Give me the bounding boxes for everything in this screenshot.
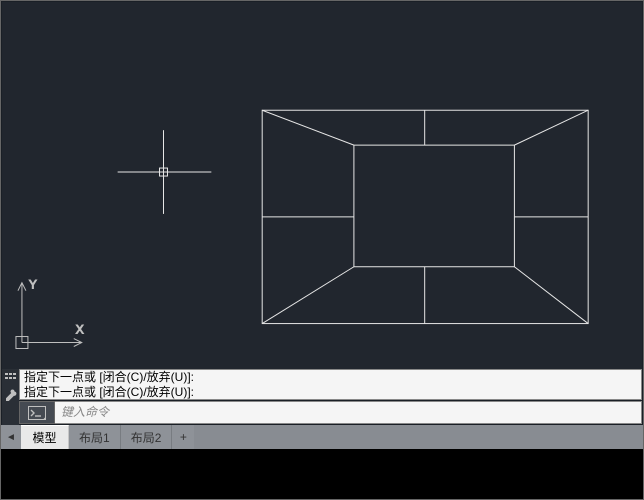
tab-nav-prev[interactable]: ◄ — [1, 425, 21, 449]
history-line-1: 指定下一点或 [闭合(C)/放弃(U)]: — [20, 370, 641, 385]
history-line-2: 指定下一点或 [闭合(C)/放弃(U)]: — [20, 385, 641, 400]
tab-layout1[interactable]: 布局1 — [69, 425, 121, 449]
tab-model[interactable]: 模型 — [21, 425, 69, 449]
command-input[interactable] — [55, 401, 642, 424]
cad-app-window: Y X 指定下一点或 [闭合(C) — [0, 0, 644, 500]
layout-tabs: ◄ 模型 布局1 布局2 + — [1, 425, 643, 449]
axis-y-label: Y — [29, 278, 37, 292]
command-history[interactable]: 指定下一点或 [闭合(C)/放弃(U)]: 指定下一点或 [闭合(C)/放弃(U… — [19, 369, 642, 400]
ucs-icon: Y X — [16, 278, 84, 349]
command-row — [19, 401, 642, 424]
command-menu-icon[interactable] — [4, 371, 18, 385]
tab-layout1-label: 布局1 — [79, 429, 110, 446]
drawing-canvas[interactable]: Y X — [2, 2, 642, 369]
tab-layout2[interactable]: 布局2 — [121, 425, 173, 449]
bottom-bar — [1, 449, 643, 499]
crosshair-cursor — [118, 130, 212, 214]
drawing-geometry — [262, 110, 588, 323]
tab-model-label: 模型 — [32, 429, 56, 446]
axis-x-label: X — [76, 323, 84, 337]
tab-add-label: + — [180, 430, 187, 444]
tab-add-button[interactable]: + — [172, 425, 194, 449]
customize-icon[interactable] — [4, 389, 18, 403]
tab-layout2-label: 布局2 — [131, 429, 162, 446]
command-prompt-icon[interactable] — [19, 401, 55, 424]
canvas-svg: Y X — [2, 2, 642, 369]
